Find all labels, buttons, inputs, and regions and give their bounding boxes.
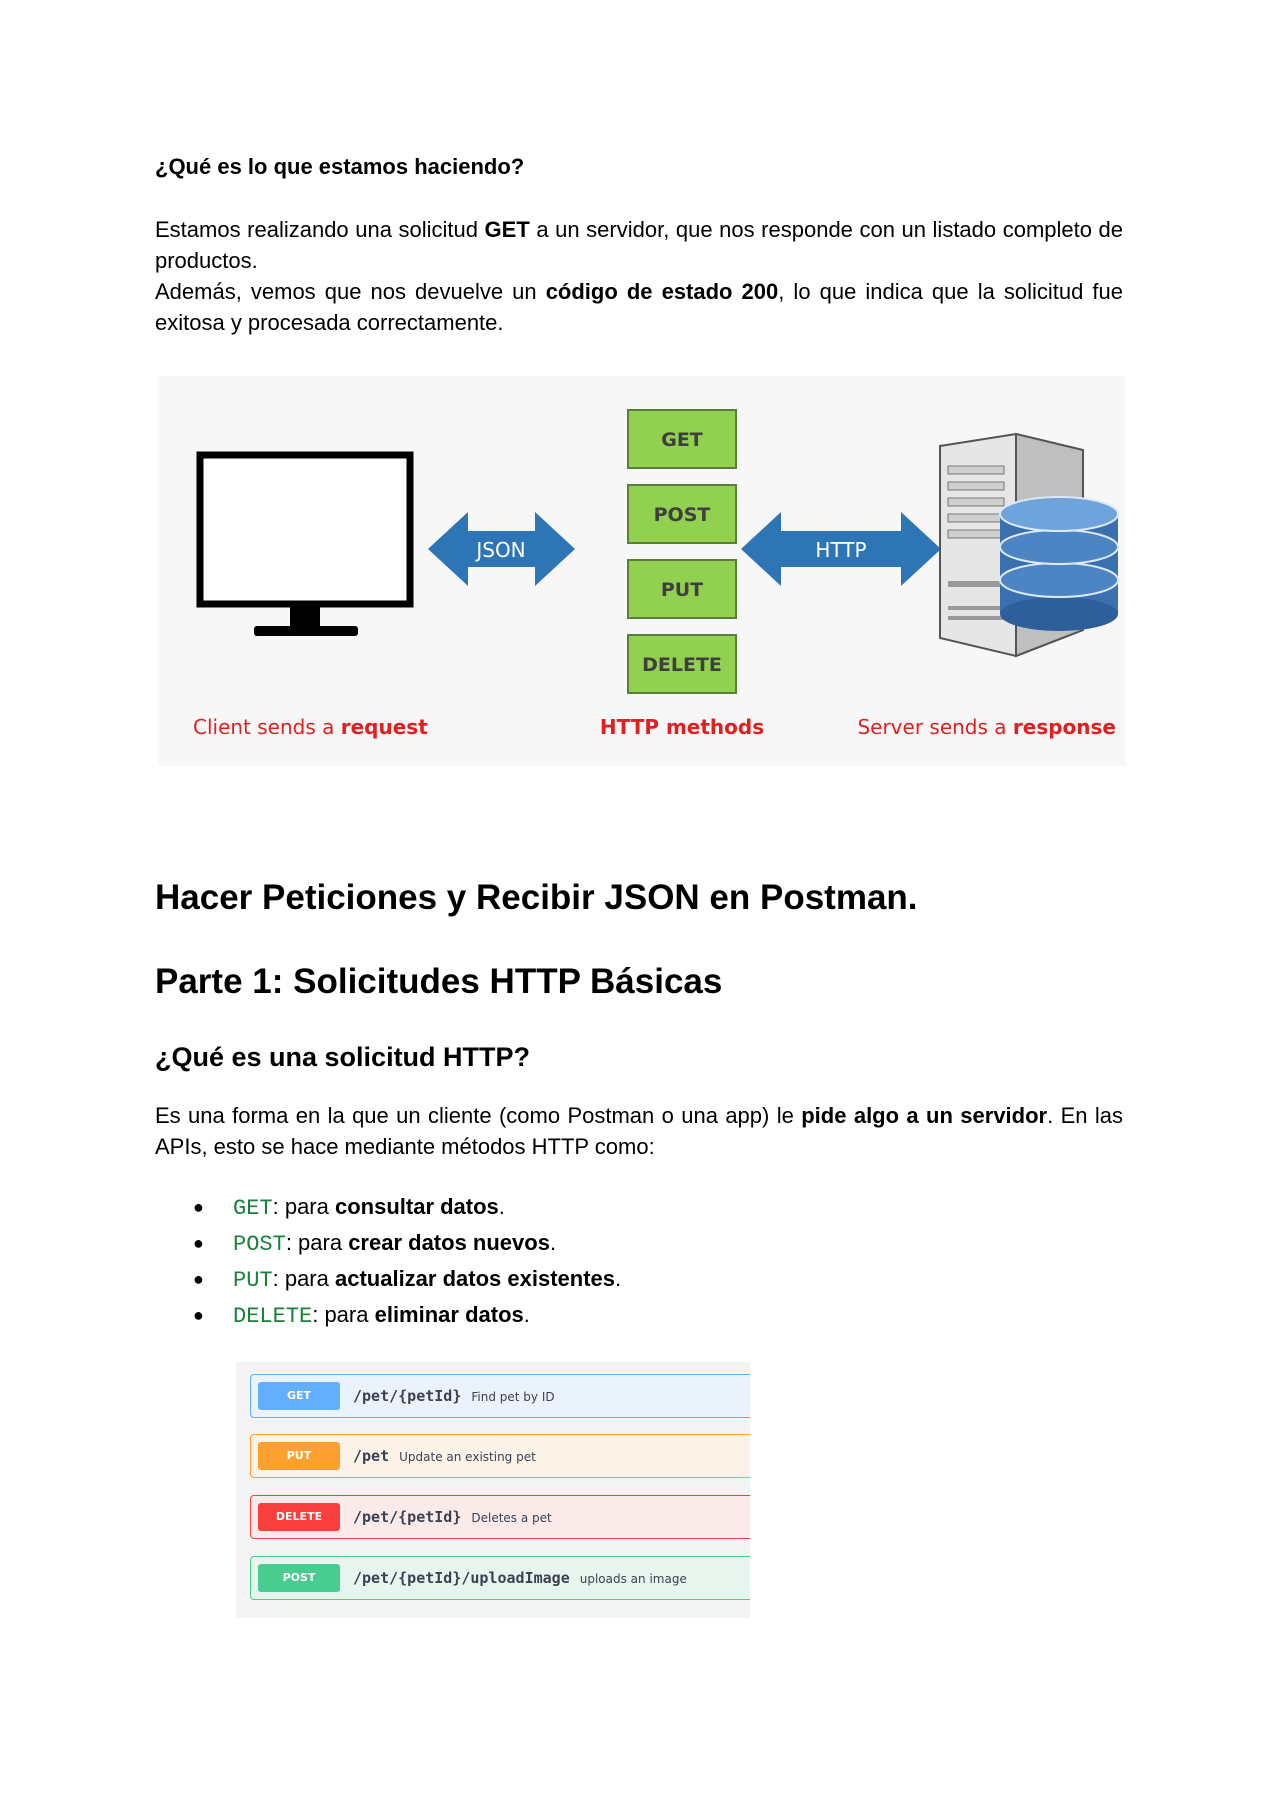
method-box-label: POST: [654, 504, 711, 526]
method-box-label: PUT: [661, 579, 703, 601]
endpoint-put: PUT /pet Update an existing pet: [250, 1434, 750, 1478]
list-item: ● POST: para crear datos nuevos.: [155, 1225, 1055, 1261]
path-text: /pet/{petId}: [353, 1387, 462, 1405]
list-item: ● PUT: para actualizar datos existentes.: [155, 1261, 1055, 1297]
http-methods-list: ● GET: para consultar datos. ● POST: para …: [155, 1189, 1055, 1333]
code-text: DELETE: [233, 1304, 313, 1329]
text: .: [498, 1194, 505, 1219]
caption-http-methods: HTTP methods: [600, 715, 764, 739]
monitor-icon: [196, 451, 414, 636]
json-arrow-icon: JSON: [428, 512, 575, 586]
paragraph-http-request: Es una forma en la que un cliente (como …: [155, 1100, 1123, 1162]
bold-text: consultar datos: [334, 1194, 499, 1219]
caption-client: Client sends a request: [193, 715, 428, 739]
text: : para: [285, 1230, 349, 1255]
bullet-icon: ●: [193, 1197, 204, 1217]
text: .: [523, 1302, 530, 1327]
text: Es una forma en la que un cliente (como …: [155, 1103, 802, 1128]
code-text: PUT: [233, 1268, 273, 1293]
text: : para: [272, 1194, 335, 1219]
method-box-label: GET: [661, 429, 703, 451]
bold-text: código de estado 200: [545, 279, 779, 304]
code-text: POST: [233, 1232, 286, 1257]
part-title: Parte 1: Solicitudes HTTP Básicas: [155, 962, 723, 1001]
bold-text: GET: [484, 217, 530, 242]
method-box-get: GET: [627, 409, 737, 469]
method-badge: POST: [258, 1564, 340, 1592]
paragraph-status-code: Además, vemos que nos devuelve un código…: [155, 276, 1123, 338]
http-arrow-label: HTTP: [815, 538, 866, 562]
document-page: ¿Qué es lo que estamos haciendo? Estamos…: [0, 0, 1274, 1800]
method-badge: PUT: [258, 1442, 340, 1470]
bold-text: eliminar datos: [374, 1302, 524, 1327]
http-arrow-icon: HTTP: [741, 512, 941, 586]
text: Además, vemos que nos devuelve un: [155, 279, 546, 304]
bold-text: crear datos nuevos: [348, 1230, 550, 1255]
method-badge: DELETE: [258, 1503, 340, 1531]
path-text: /pet/{petId}: [353, 1508, 462, 1526]
section-heading: ¿Qué es lo que estamos haciendo?: [155, 154, 525, 179]
method-badge: GET: [258, 1382, 340, 1410]
database-icon: [999, 496, 1119, 631]
endpoint-post: POST /pet/{petId}/uploadImage uploads an …: [250, 1556, 750, 1600]
json-arrow-label: JSON: [474, 538, 525, 562]
bold-text: pide algo a un servidor: [801, 1103, 1048, 1128]
text: : para: [272, 1266, 335, 1291]
endpoint-description: uploads an image: [579, 1572, 687, 1586]
endpoint-path: /pet Update an existing pet: [353, 1435, 536, 1478]
bullet-icon: ●: [193, 1233, 204, 1253]
subsection-title: ¿Qué es una solicitud HTTP?: [155, 1042, 531, 1072]
endpoint-description: Find pet by ID: [471, 1390, 555, 1404]
bullet-icon: ●: [193, 1305, 204, 1325]
path-text: /pet: [353, 1447, 390, 1465]
path-text: /pet/{petId}/uploadImage: [353, 1569, 570, 1587]
method-box-delete: DELETE: [627, 634, 737, 694]
swagger-endpoints-image: GET /pet/{petId} Find pet by ID PUT /pet U…: [236, 1362, 750, 1618]
text: .: [549, 1230, 557, 1255]
method-box-post: POST: [627, 484, 737, 544]
caption-server: Server sends a response: [857, 715, 1116, 739]
text: Estamos realizando una solicitud: [155, 217, 485, 242]
endpoint-description: Deletes a pet: [471, 1511, 552, 1525]
endpoint-path: /pet/{petId} Deletes a pet: [353, 1496, 552, 1539]
endpoint-delete: DELETE /pet/{petId} Deletes a pet: [250, 1495, 750, 1539]
list-item: ● DELETE: para eliminar datos.: [155, 1297, 1055, 1333]
method-box-label: DELETE: [642, 654, 722, 676]
endpoint-description: Update an existing pet: [399, 1450, 536, 1464]
text: : para: [312, 1302, 375, 1327]
code-text: GET: [233, 1196, 273, 1221]
bold-text: actualizar datos existentes: [334, 1266, 615, 1291]
text: .: [615, 1266, 622, 1291]
list-item: ● GET: para consultar datos.: [155, 1189, 1055, 1225]
endpoint-path: /pet/{petId} Find pet by ID: [353, 1375, 555, 1418]
method-box-put: PUT: [627, 559, 737, 619]
endpoint-get: GET /pet/{petId} Find pet by ID: [250, 1374, 750, 1418]
bullet-icon: ●: [193, 1269, 204, 1289]
main-title: Hacer Peticiones y Recibir JSON en Postm…: [155, 878, 918, 917]
paragraph-get-request: Estamos realizando una solicitud GET a u…: [155, 214, 1123, 276]
endpoint-path: /pet/{petId}/uploadImage uploads an image: [353, 1557, 687, 1600]
http-diagram: JSON GET POST PUT DELETE HTTP Client sen…: [158, 376, 1126, 766]
